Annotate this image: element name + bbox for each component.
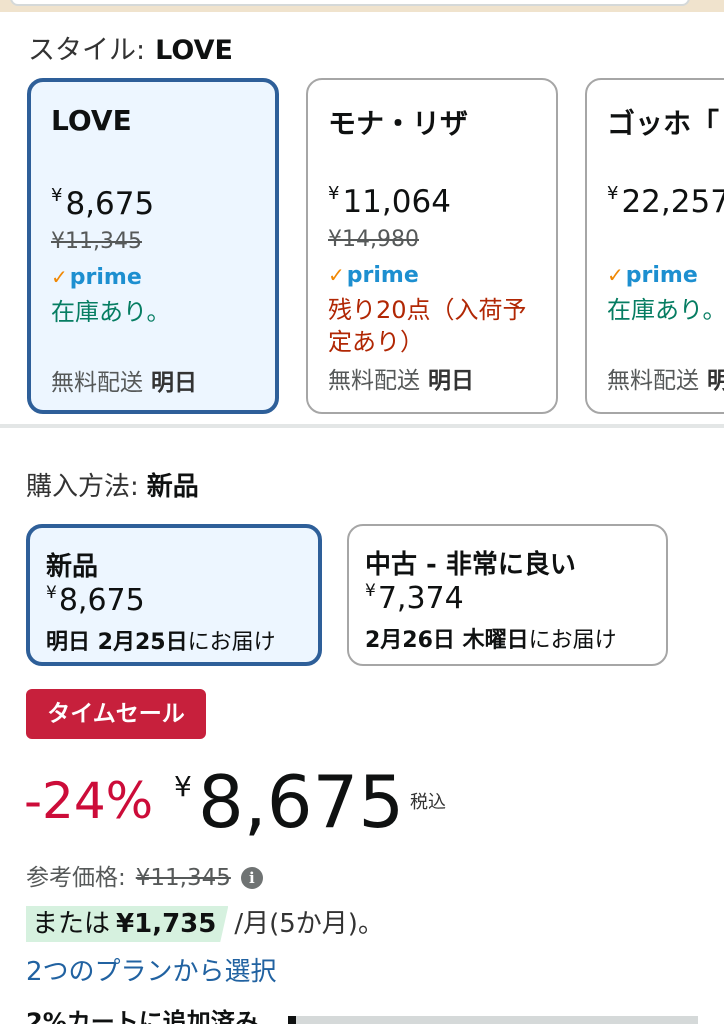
section-divider	[0, 424, 724, 428]
purchase-method-label: 購入方法: 新品	[26, 472, 199, 502]
style-option-list-price: ¥11,345	[51, 229, 142, 254]
tax-note: 税込	[410, 792, 446, 813]
currency-symbol: ¥	[174, 770, 192, 803]
reference-price: 参考価格: ¥11,345 i	[26, 858, 263, 892]
search-bar[interactable]	[10, 0, 690, 6]
cart-added-label: 2%カートに追加済み	[26, 1008, 259, 1024]
style-option-list-price: ¥14,980	[328, 227, 419, 252]
installment-highlight: または ¥1,735	[26, 906, 229, 942]
time-sale-badge: タイムセール	[26, 689, 206, 739]
condition-price: ¥7,374	[365, 581, 464, 616]
style-option-price: ¥22,257	[607, 183, 724, 220]
cart-progress-fill	[288, 1016, 297, 1024]
style-option-love[interactable]: LOVE ¥8,675 ¥11,345 ✓prime 在庫あり。 無料配送 明日	[27, 78, 279, 414]
condition-option-new[interactable]: 新品 ¥8,675 明日 2月25日にお届け	[26, 524, 322, 666]
product-page: スタイル: LOVE LOVE ¥8,675 ¥11,345 ✓prime 在庫あ…	[0, 0, 724, 1024]
style-option-price: ¥11,064	[328, 183, 451, 220]
prime-check-icon: ✓	[51, 265, 68, 289]
prime-badge: ✓prime	[607, 263, 698, 288]
style-option-name: ゴッホ「	[607, 107, 720, 140]
style-option-name: LOVE	[51, 104, 132, 137]
choose-plan-link[interactable]: 2つのプランから選択	[26, 951, 277, 988]
prime-check-icon: ✓	[607, 263, 624, 287]
stock-status: 在庫あり。	[607, 296, 724, 324]
style-option-mona-lisa[interactable]: モナ・リザ ¥11,064 ¥14,980 ✓prime 残り20点（入荷予定あ…	[306, 78, 558, 414]
condition-price: ¥8,675	[46, 583, 145, 618]
shipping-info: 無料配送 明日	[328, 368, 474, 394]
installment-info: または ¥1,735/月(5か月)。	[26, 906, 384, 942]
sale-price: 8,675	[198, 760, 405, 844]
prime-check-icon: ✓	[328, 263, 345, 287]
condition-delivery: 2月26日 木曜日にお届け	[365, 628, 617, 653]
shipping-info: 無料配送 明日	[51, 370, 197, 396]
style-option-name: モナ・リザ	[328, 107, 469, 140]
style-option-price: ¥8,675	[51, 185, 155, 222]
style-selector-label: スタイル: LOVE	[28, 35, 233, 66]
style-section: スタイル: LOVE LOVE ¥8,675 ¥11,345 ✓prime 在庫あ…	[0, 12, 724, 420]
cart-progress-bar	[288, 1016, 698, 1024]
condition-name: 新品	[46, 552, 99, 582]
prime-badge: ✓prime	[328, 263, 419, 288]
discount-percent: -24%	[24, 772, 154, 830]
condition-delivery: 明日 2月25日にお届け	[46, 630, 276, 655]
style-option-gogh[interactable]: ゴッホ「 ¥22,257 ✓prime 在庫あり。 無料配送明	[585, 78, 724, 414]
stock-status: 残り20点（入荷予定あり）	[328, 296, 527, 356]
purchase-method-selected: 新品	[146, 472, 199, 502]
reference-price-value: ¥11,345	[135, 865, 231, 891]
info-icon[interactable]: i	[240, 867, 263, 889]
shipping-info: 無料配送明	[607, 368, 724, 394]
prime-badge: ✓prime	[51, 265, 142, 290]
stock-status: 在庫あり。	[51, 298, 171, 326]
condition-name: 中古 - 非常に良い	[365, 550, 576, 580]
condition-option-used-very-good[interactable]: 中古 - 非常に良い ¥7,374 2月26日 木曜日にお届け	[347, 524, 668, 666]
style-selected-value: LOVE	[155, 35, 233, 66]
